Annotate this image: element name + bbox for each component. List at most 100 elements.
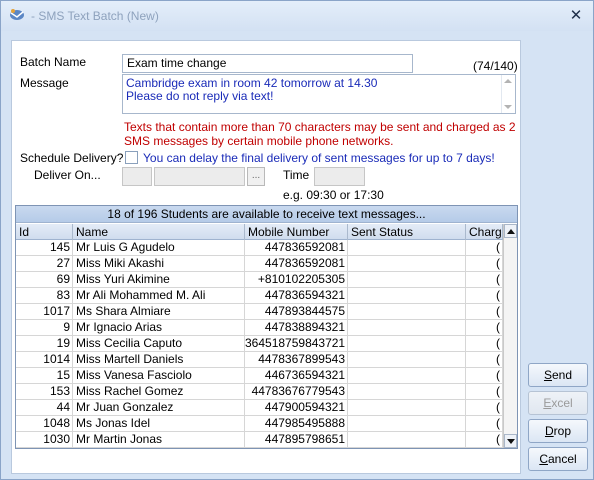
cell-mobile: 364518759843721 (245, 336, 348, 352)
table-row[interactable]: 9 Mr Ignacio Arias 447838894321 ( (16, 320, 503, 336)
cell-id: 9 (16, 320, 73, 336)
grid-banner: 18 of 196 Students are available to rece… (16, 206, 517, 223)
deliver-on-label: Deliver On... (34, 168, 101, 182)
cell-name: Miss Cecilia Caputo (73, 336, 245, 352)
cell-charge: ( (466, 304, 503, 320)
cell-mobile: 447836592081 (245, 256, 348, 272)
window-title: - SMS Text Batch (New) (31, 9, 159, 23)
cell-id: 69 (16, 272, 73, 288)
cell-name: Ms Jonas Idel (73, 416, 245, 432)
column-header-mobile[interactable]: Mobile Number (245, 224, 348, 240)
batch-name-label: Batch Name (20, 55, 87, 69)
table-row[interactable]: 15 Miss Vanesa Fasciolo 446736594321 ( (16, 368, 503, 384)
time-hint: e.g. 09:30 or 17:30 (283, 188, 384, 202)
deliver-date-browse-button[interactable]: ... (247, 167, 265, 186)
grid-scroll-up-button[interactable] (504, 224, 517, 238)
cell-charge: ( (466, 368, 503, 384)
cell-id: 15 (16, 368, 73, 384)
table-row[interactable]: 1017 Ms Shara Almiare 447893844575 ( (16, 304, 503, 320)
cell-mobile: 44783676779543 (245, 384, 348, 400)
cell-charge: ( (466, 272, 503, 288)
cell-mobile: 447895798651 (245, 432, 348, 448)
cell-id: 1017 (16, 304, 73, 320)
message-label: Message (20, 76, 69, 90)
column-header-status[interactable]: Sent Status (348, 224, 466, 240)
table-row[interactable]: 145 Mr Luis G Agudelo 447836592081 ( (16, 240, 503, 256)
batch-name-input[interactable]: Exam time change (122, 54, 413, 73)
message-scrollbar[interactable] (501, 75, 515, 113)
cell-name: Ms Shara Almiare (73, 304, 245, 320)
time-input[interactable] (314, 167, 365, 186)
close-icon[interactable]: ✕ (567, 7, 585, 25)
cell-name: Miss Yuri Akimine (73, 272, 245, 288)
cell-id: 27 (16, 256, 73, 272)
grid-scroll-thumb[interactable] (505, 240, 516, 370)
cell-name: Mr Ignacio Arias (73, 320, 245, 336)
table-row[interactable]: 153 Miss Rachel Gomez 44783676779543 ( (16, 384, 503, 400)
drop-button[interactable]: Drop (528, 419, 588, 443)
deliver-date-picker[interactable] (122, 167, 152, 186)
cell-id: 44 (16, 400, 73, 416)
cell-mobile: 447900594321 (245, 400, 348, 416)
cell-name: Mr Ali Mohammed M. Ali (73, 288, 245, 304)
table-row[interactable]: 1048 Ms Jonas Idel 447985495888 ( (16, 416, 503, 432)
chevron-up-icon (507, 229, 515, 234)
cell-status (348, 400, 466, 416)
cell-name: Miss Miki Akashi (73, 256, 245, 272)
deliver-date-field[interactable] (154, 167, 245, 186)
cell-id: 1030 (16, 432, 73, 448)
cell-name: Miss Martell Daniels (73, 352, 245, 368)
cell-name: Mr Juan Gonzalez (73, 400, 245, 416)
cell-charge: ( (466, 432, 503, 448)
excel-button[interactable]: Excel (528, 391, 588, 415)
cell-charge: ( (466, 320, 503, 336)
cell-mobile: 4478367899543 (245, 352, 348, 368)
cell-name: Mr Luis G Agudelo (73, 240, 245, 256)
grid-scrollbar[interactable] (503, 224, 517, 448)
cell-name: Miss Vanesa Fasciolo (73, 368, 245, 384)
char-count: (74/140) (473, 59, 518, 73)
column-header-name[interactable]: Name (73, 224, 245, 240)
table-row[interactable]: 44 Mr Juan Gonzalez 447900594321 ( (16, 400, 503, 416)
cancel-button[interactable]: Cancel (528, 447, 588, 471)
cell-status (348, 240, 466, 256)
cell-id: 153 (16, 384, 73, 400)
column-header-charge[interactable]: Charg (466, 224, 503, 240)
table-row[interactable]: 1014 Miss Martell Daniels 4478367899543 ( (16, 352, 503, 368)
sms-batch-window: - SMS Text Batch (New) ✕ Batch Name Exam… (0, 0, 594, 480)
students-grid: 18 of 196 Students are available to rece… (15, 205, 518, 449)
table-row[interactable]: 1030 Mr Martin Jonas 447895798651 ( (16, 432, 503, 448)
table-row[interactable]: 69 Miss Yuri Akimine +810102205305 ( (16, 272, 503, 288)
cell-mobile: +810102205305 (245, 272, 348, 288)
schedule-hint: You can delay the final delivery of sent… (143, 151, 495, 165)
send-button[interactable]: Send (528, 363, 588, 387)
cell-status (348, 384, 466, 400)
cell-charge: ( (466, 400, 503, 416)
schedule-delivery-checkbox[interactable] (125, 151, 138, 164)
message-textarea[interactable]: Cambridge exam in room 42 tomorrow at 14… (122, 74, 516, 114)
cell-mobile: 447985495888 (245, 416, 348, 432)
chevron-down-icon (507, 439, 515, 444)
schedule-delivery-label: Schedule Delivery? (20, 151, 124, 165)
scroll-up-icon (504, 79, 512, 83)
warning-line-1: Texts that contain more than 70 characte… (124, 120, 516, 134)
cell-status (348, 304, 466, 320)
table-row[interactable]: 27 Miss Miki Akashi 447836592081 ( (16, 256, 503, 272)
cell-id: 1048 (16, 416, 73, 432)
cell-mobile: 446736594321 (245, 368, 348, 384)
cell-mobile: 447838894321 (245, 320, 348, 336)
cell-charge: ( (466, 352, 503, 368)
cell-name: Mr Martin Jonas (73, 432, 245, 448)
table-row[interactable]: 83 Mr Ali Mohammed M. Ali 447836594321 ( (16, 288, 503, 304)
warning-line-2: SMS messages by certain mobile phone net… (124, 134, 394, 148)
cell-id: 145 (16, 240, 73, 256)
length-warning: Texts that contain more than 70 characte… (124, 120, 516, 148)
grid-scroll-down-button[interactable] (504, 434, 517, 448)
cell-status (348, 368, 466, 384)
cell-status (348, 272, 466, 288)
table-row[interactable]: 19 Miss Cecilia Caputo 364518759843721 ( (16, 336, 503, 352)
column-header-id[interactable]: Id (16, 224, 73, 240)
cell-mobile: 447836594321 (245, 288, 348, 304)
cell-id: 1014 (16, 352, 73, 368)
cell-status (348, 352, 466, 368)
